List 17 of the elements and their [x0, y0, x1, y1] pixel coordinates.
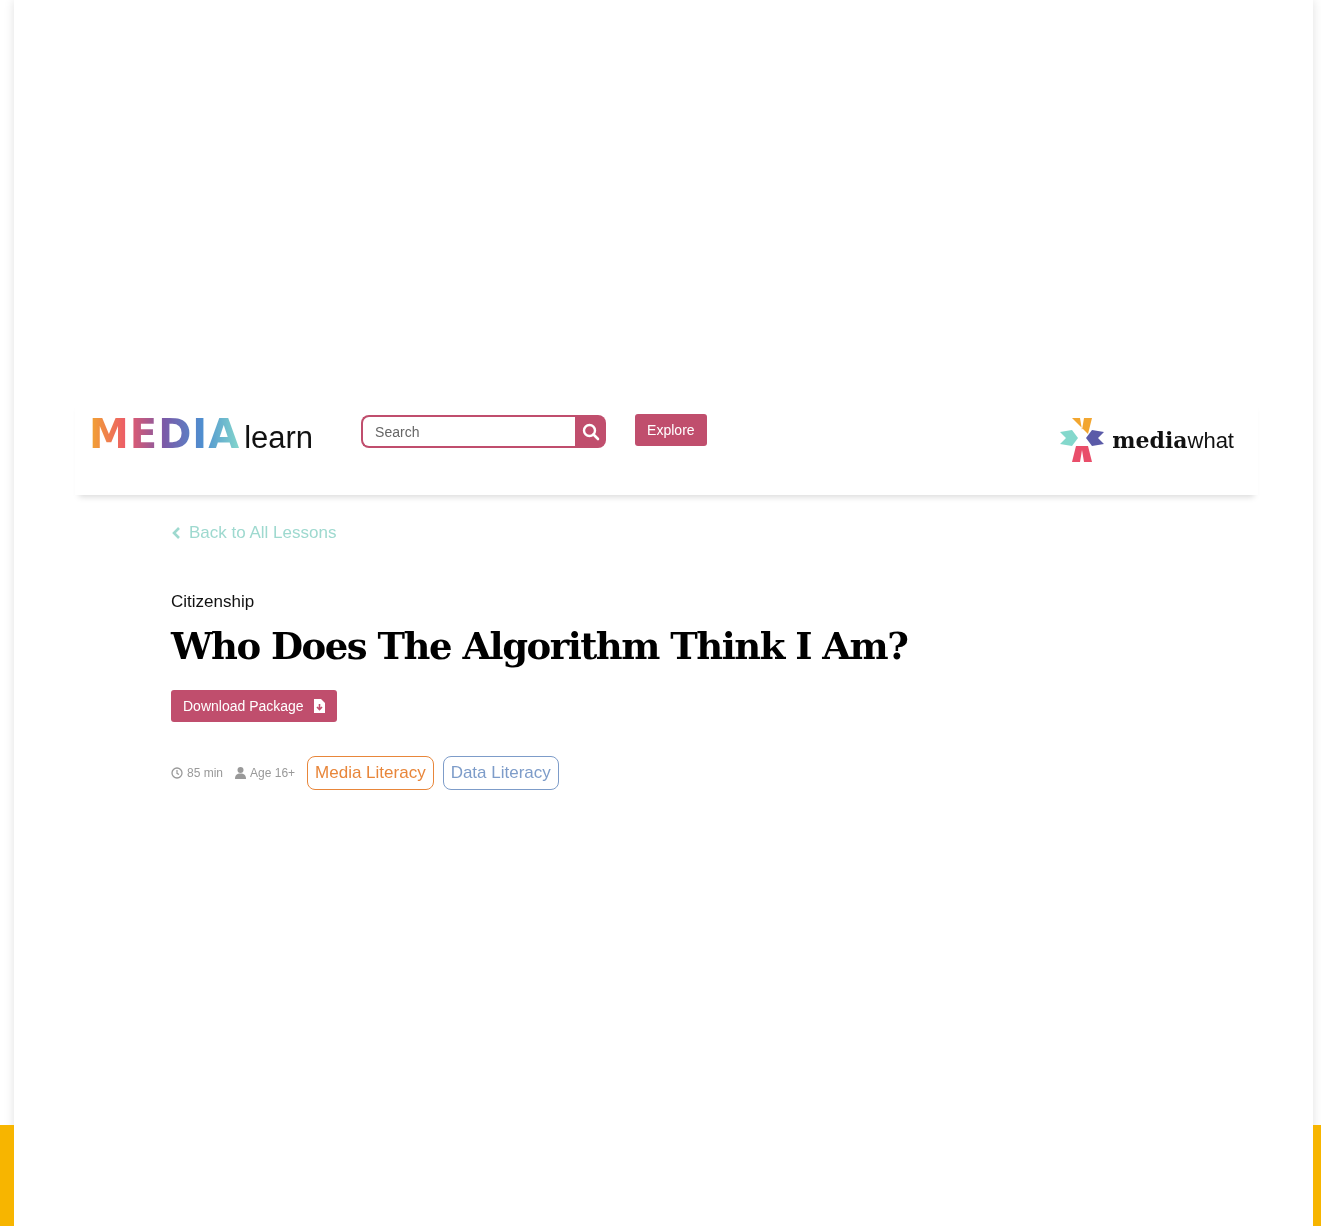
clock-icon [171, 767, 183, 779]
chevron-left-icon [171, 526, 181, 540]
search-button[interactable] [575, 415, 607, 448]
search-icon [581, 422, 600, 441]
search-field[interactable]: Search [361, 415, 576, 448]
download-button[interactable]: Download Package [171, 690, 337, 722]
meta-text: 85 min [187, 766, 224, 780]
star-logo-icon [1058, 416, 1107, 464]
topic-tag[interactable]: Media Literacy [307, 756, 434, 790]
person-icon [235, 767, 247, 779]
meta-text: Age 16+ [250, 766, 296, 780]
category-label: Citizenship [171, 592, 256, 612]
lesson-title: Who Does The Algorithm Think I Am? [171, 624, 909, 668]
topic-tag[interactable]: Data Literacy [442, 756, 559, 790]
file-download-icon [313, 699, 325, 713]
partner-logo[interactable]: mediawhat [1058, 416, 1234, 464]
explore-button[interactable]: Explore [635, 414, 707, 446]
